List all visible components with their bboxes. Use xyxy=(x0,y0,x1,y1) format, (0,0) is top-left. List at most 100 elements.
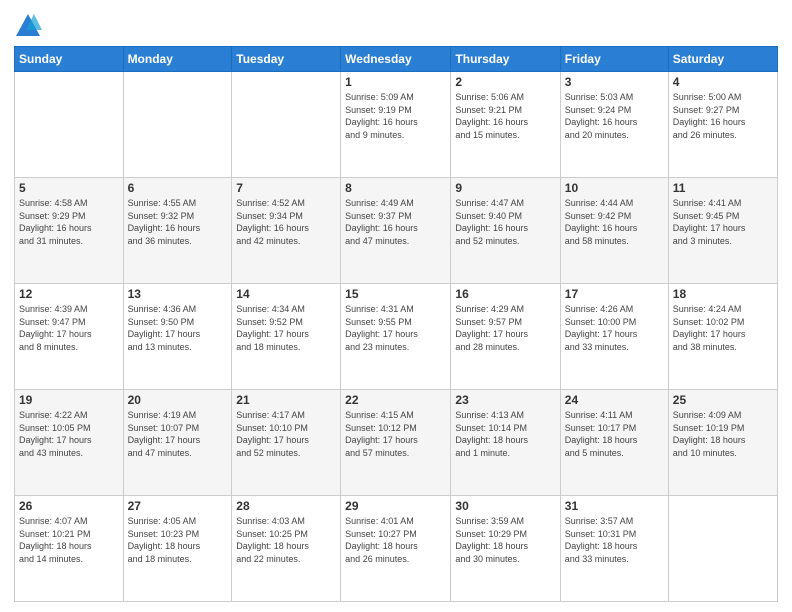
header-cell-sunday: Sunday xyxy=(15,47,124,72)
day-info: Sunrise: 4:11 AM Sunset: 10:17 PM Daylig… xyxy=(565,409,664,459)
day-number: 11 xyxy=(673,181,773,195)
calendar-cell: 22 Sunrise: 4:15 AM Sunset: 10:12 PM Dayl… xyxy=(341,390,451,496)
calendar-cell: 10Sunrise: 4:44 AM Sunset: 9:42 PM Dayli… xyxy=(560,178,668,284)
header-cell-tuesday: Tuesday xyxy=(232,47,341,72)
calendar-cell: 20 Sunrise: 4:19 AM Sunset: 10:07 PM Dayl… xyxy=(123,390,232,496)
calendar-cell: 8Sunrise: 4:49 AM Sunset: 9:37 PM Daylig… xyxy=(341,178,451,284)
calendar-cell: 9 Sunrise: 4:47 AM Sunset: 9:40 PM Daylig… xyxy=(451,178,560,284)
day-info: Sunrise: 4:58 AM Sunset: 9:29 PM Dayligh… xyxy=(19,197,119,247)
day-number: 22 xyxy=(345,393,446,407)
header-cell-thursday: Thursday xyxy=(451,47,560,72)
calendar-cell: 26 Sunrise: 4:07 AM Sunset: 10:21 PM Dayl… xyxy=(15,496,124,602)
calendar-body: 1 Sunrise: 5:09 AM Sunset: 9:19 PM Daylig… xyxy=(15,72,778,602)
logo-icon xyxy=(14,12,42,40)
day-info: Sunrise: 4:22 AM Sunset: 10:05 PM Daylig… xyxy=(19,409,119,459)
day-number: 1 xyxy=(345,75,446,89)
day-info: Sunrise: 4:26 AM Sunset: 10:00 PM Daylig… xyxy=(565,303,664,353)
day-number: 24 xyxy=(565,393,664,407)
day-number: 15 xyxy=(345,287,446,301)
header-cell-saturday: Saturday xyxy=(668,47,777,72)
day-info: Sunrise: 5:03 AM Sunset: 9:24 PM Dayligh… xyxy=(565,91,664,141)
week-row-2: 12Sunrise: 4:39 AM Sunset: 9:47 PM Dayli… xyxy=(15,284,778,390)
calendar-cell: 30Sunrise: 3:59 AM Sunset: 10:29 PM Dayl… xyxy=(451,496,560,602)
day-number: 5 xyxy=(19,181,119,195)
calendar-cell: 29 Sunrise: 4:01 AM Sunset: 10:27 PM Dayl… xyxy=(341,496,451,602)
day-info: Sunrise: 4:55 AM Sunset: 9:32 PM Dayligh… xyxy=(128,197,228,247)
calendar-cell: 31Sunrise: 3:57 AM Sunset: 10:31 PM Dayl… xyxy=(560,496,668,602)
calendar-cell: 25 Sunrise: 4:09 AM Sunset: 10:19 PM Dayl… xyxy=(668,390,777,496)
calendar-cell xyxy=(668,496,777,602)
day-number: 30 xyxy=(455,499,555,513)
day-info: Sunrise: 4:31 AM Sunset: 9:55 PM Dayligh… xyxy=(345,303,446,353)
day-number: 12 xyxy=(19,287,119,301)
header xyxy=(14,10,778,40)
day-info: Sunrise: 5:00 AM Sunset: 9:27 PM Dayligh… xyxy=(673,91,773,141)
header-cell-friday: Friday xyxy=(560,47,668,72)
calendar-cell xyxy=(123,72,232,178)
day-info: Sunrise: 4:01 AM Sunset: 10:27 PM Daylig… xyxy=(345,515,446,565)
day-info: Sunrise: 4:17 AM Sunset: 10:10 PM Daylig… xyxy=(236,409,336,459)
week-row-0: 1 Sunrise: 5:09 AM Sunset: 9:19 PM Daylig… xyxy=(15,72,778,178)
day-number: 28 xyxy=(236,499,336,513)
week-row-3: 19 Sunrise: 4:22 AM Sunset: 10:05 PM Dayl… xyxy=(15,390,778,496)
day-info: Sunrise: 4:07 AM Sunset: 10:21 PM Daylig… xyxy=(19,515,119,565)
calendar-cell: 4Sunrise: 5:00 AM Sunset: 9:27 PM Daylig… xyxy=(668,72,777,178)
day-info: Sunrise: 4:52 AM Sunset: 9:34 PM Dayligh… xyxy=(236,197,336,247)
calendar-cell: 6 Sunrise: 4:55 AM Sunset: 9:32 PM Daylig… xyxy=(123,178,232,284)
calendar-cell xyxy=(232,72,341,178)
day-info: Sunrise: 4:13 AM Sunset: 10:14 PM Daylig… xyxy=(455,409,555,459)
day-info: Sunrise: 4:03 AM Sunset: 10:25 PM Daylig… xyxy=(236,515,336,565)
day-number: 7 xyxy=(236,181,336,195)
day-number: 19 xyxy=(19,393,119,407)
calendar-cell: 27Sunrise: 4:05 AM Sunset: 10:23 PM Dayl… xyxy=(123,496,232,602)
day-number: 13 xyxy=(128,287,228,301)
day-number: 29 xyxy=(345,499,446,513)
day-info: Sunrise: 4:09 AM Sunset: 10:19 PM Daylig… xyxy=(673,409,773,459)
calendar-cell: 12Sunrise: 4:39 AM Sunset: 9:47 PM Dayli… xyxy=(15,284,124,390)
day-number: 3 xyxy=(565,75,664,89)
day-info: Sunrise: 4:24 AM Sunset: 10:02 PM Daylig… xyxy=(673,303,773,353)
calendar-cell: 7 Sunrise: 4:52 AM Sunset: 9:34 PM Daylig… xyxy=(232,178,341,284)
day-number: 16 xyxy=(455,287,555,301)
calendar-cell: 17 Sunrise: 4:26 AM Sunset: 10:00 PM Dayl… xyxy=(560,284,668,390)
day-number: 2 xyxy=(455,75,555,89)
calendar-cell: 28 Sunrise: 4:03 AM Sunset: 10:25 PM Dayl… xyxy=(232,496,341,602)
week-row-4: 26 Sunrise: 4:07 AM Sunset: 10:21 PM Dayl… xyxy=(15,496,778,602)
day-info: Sunrise: 5:06 AM Sunset: 9:21 PM Dayligh… xyxy=(455,91,555,141)
day-number: 21 xyxy=(236,393,336,407)
header-row: SundayMondayTuesdayWednesdayThursdayFrid… xyxy=(15,47,778,72)
day-info: Sunrise: 4:15 AM Sunset: 10:12 PM Daylig… xyxy=(345,409,446,459)
calendar-table: SundayMondayTuesdayWednesdayThursdayFrid… xyxy=(14,46,778,602)
calendar-cell: 19 Sunrise: 4:22 AM Sunset: 10:05 PM Dayl… xyxy=(15,390,124,496)
calendar-cell: 21 Sunrise: 4:17 AM Sunset: 10:10 PM Dayl… xyxy=(232,390,341,496)
page: SundayMondayTuesdayWednesdayThursdayFrid… xyxy=(0,0,792,612)
calendar-cell: 1 Sunrise: 5:09 AM Sunset: 9:19 PM Daylig… xyxy=(341,72,451,178)
day-number: 8 xyxy=(345,181,446,195)
calendar-cell: 5 Sunrise: 4:58 AM Sunset: 9:29 PM Daylig… xyxy=(15,178,124,284)
day-number: 27 xyxy=(128,499,228,513)
calendar-cell xyxy=(15,72,124,178)
calendar-cell: 2 Sunrise: 5:06 AM Sunset: 9:21 PM Daylig… xyxy=(451,72,560,178)
calendar-cell: 23 Sunrise: 4:13 AM Sunset: 10:14 PM Dayl… xyxy=(451,390,560,496)
day-number: 25 xyxy=(673,393,773,407)
day-number: 20 xyxy=(128,393,228,407)
logo xyxy=(14,12,46,40)
calendar-cell: 11Sunrise: 4:41 AM Sunset: 9:45 PM Dayli… xyxy=(668,178,777,284)
day-number: 14 xyxy=(236,287,336,301)
day-info: Sunrise: 4:19 AM Sunset: 10:07 PM Daylig… xyxy=(128,409,228,459)
day-info: Sunrise: 4:29 AM Sunset: 9:57 PM Dayligh… xyxy=(455,303,555,353)
day-number: 23 xyxy=(455,393,555,407)
header-cell-monday: Monday xyxy=(123,47,232,72)
day-info: Sunrise: 4:34 AM Sunset: 9:52 PM Dayligh… xyxy=(236,303,336,353)
calendar-cell: 16 Sunrise: 4:29 AM Sunset: 9:57 PM Dayli… xyxy=(451,284,560,390)
day-number: 6 xyxy=(128,181,228,195)
day-number: 18 xyxy=(673,287,773,301)
day-info: Sunrise: 5:09 AM Sunset: 9:19 PM Dayligh… xyxy=(345,91,446,141)
day-info: Sunrise: 3:57 AM Sunset: 10:31 PM Daylig… xyxy=(565,515,664,565)
day-number: 26 xyxy=(19,499,119,513)
day-number: 17 xyxy=(565,287,664,301)
day-number: 9 xyxy=(455,181,555,195)
calendar-cell: 15 Sunrise: 4:31 AM Sunset: 9:55 PM Dayli… xyxy=(341,284,451,390)
calendar-cell: 24 Sunrise: 4:11 AM Sunset: 10:17 PM Dayl… xyxy=(560,390,668,496)
day-info: Sunrise: 4:47 AM Sunset: 9:40 PM Dayligh… xyxy=(455,197,555,247)
